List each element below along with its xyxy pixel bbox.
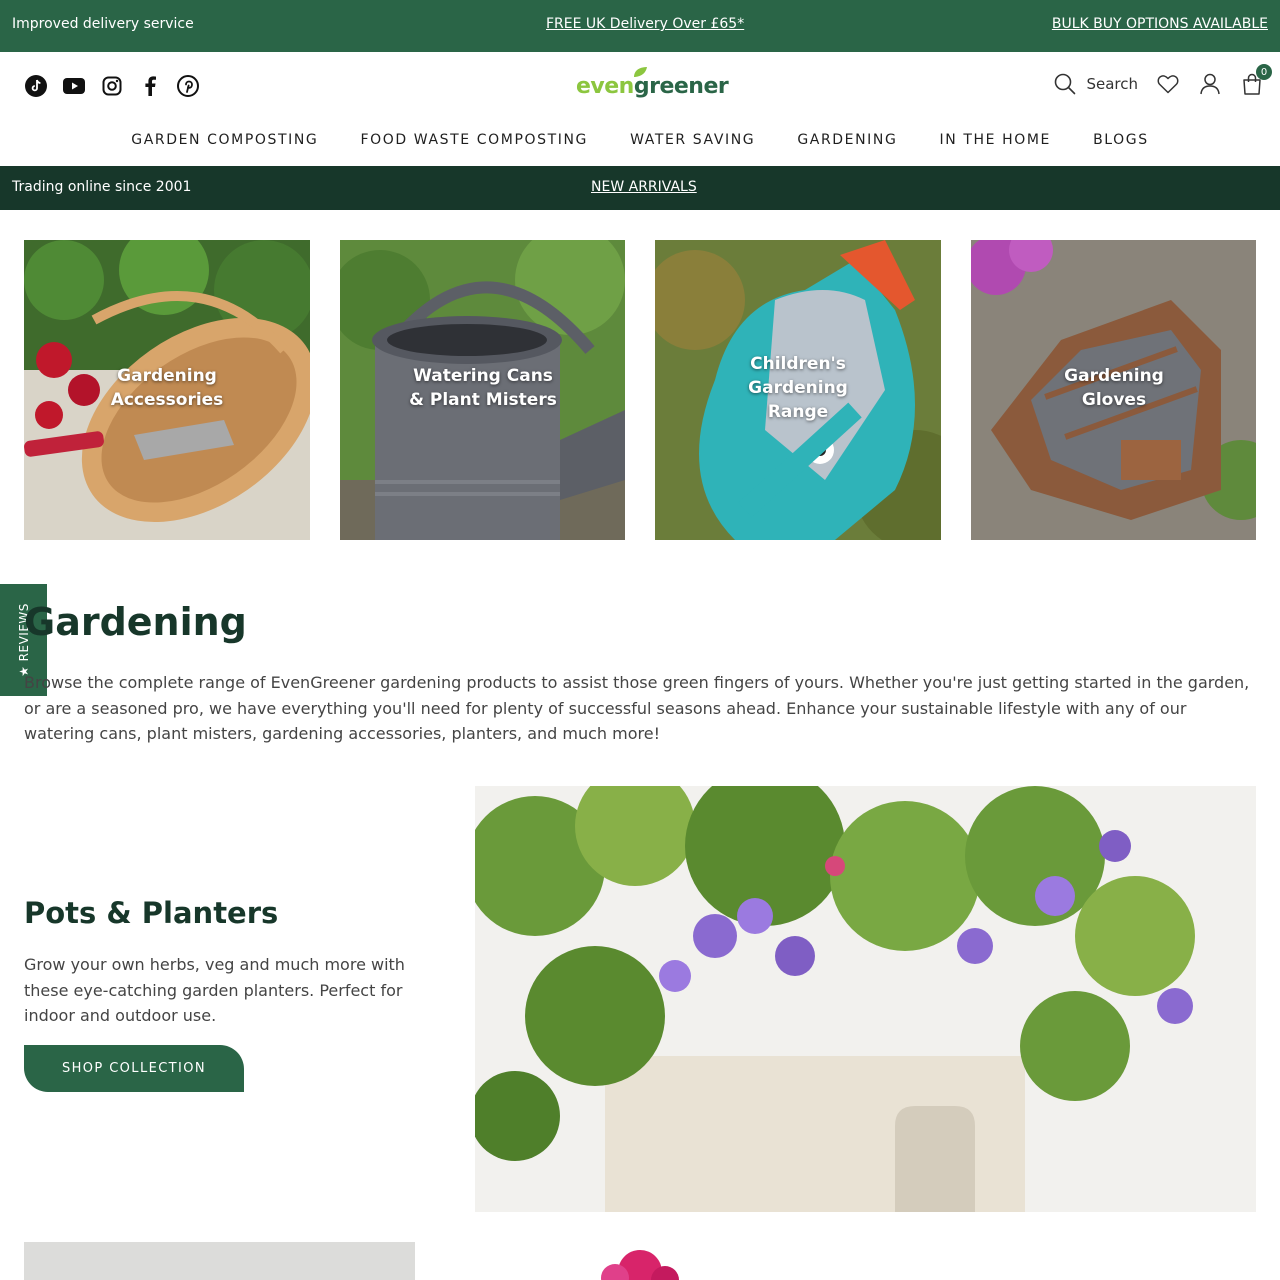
category-label: Gardening Accessories [110, 366, 224, 410]
site-header: evengreener Search 0 GARDEN COMPOSTING F… [0, 52, 1280, 166]
nav-gardening[interactable]: GARDENING [797, 132, 897, 148]
category-label: Watering Cans & Plant Misters [409, 366, 557, 410]
feature-description: Grow your own herbs, veg and much more w… [24, 955, 405, 1025]
main-nav: GARDEN COMPOSTING FOOD WASTE COMPOSTING … [0, 132, 1280, 148]
nav-garden-composting[interactable]: GARDEN COMPOSTING [131, 132, 318, 148]
bulk-buy-link[interactable]: BULK BUY OPTIONS AVAILABLE [1052, 16, 1268, 32]
new-arrivals-link[interactable]: NEW ARRIVALS [591, 179, 697, 195]
page-intro: Browse the complete range of EvenGreener… [24, 673, 1250, 743]
category-tiles: Gardening Accessories Watering Cans & Pl… [24, 240, 1256, 540]
header-actions: Search 0 [1054, 64, 1272, 96]
account-user-icon[interactable] [1198, 72, 1222, 96]
pinterest-icon[interactable] [176, 74, 200, 98]
announcement-bar: Improved delivery service FREE UK Delive… [0, 0, 1280, 52]
wishlist-heart-icon[interactable] [1156, 72, 1180, 96]
page-title: Gardening [24, 600, 247, 644]
instagram-icon[interactable] [100, 74, 124, 98]
cart-bag-icon[interactable]: 0 [1240, 64, 1272, 96]
next-collection-image-right[interactable] [475, 1242, 1256, 1280]
secondary-bar: Trading online since 2001 NEW ARRIVALS [0, 166, 1280, 210]
social-links [24, 74, 200, 98]
feature-title: Pots & Planters [24, 896, 279, 930]
nav-water-saving[interactable]: WATER SAVING [630, 132, 755, 148]
cart-count-badge: 0 [1256, 64, 1272, 80]
nav-blogs[interactable]: BLOGS [1093, 132, 1149, 148]
search-icon [1055, 73, 1076, 95]
logo-greener: greener [633, 74, 729, 99]
category-label: Children's Gardening Range [748, 354, 848, 422]
tiktok-icon[interactable] [24, 74, 48, 98]
trading-since-text: Trading online since 2001 [12, 179, 192, 195]
shop-collection-button[interactable]: SHOP COLLECTION [24, 1045, 244, 1092]
site-logo[interactable]: evengreener [576, 67, 729, 106]
category-watering-cans[interactable]: Watering Cans & Plant Misters [340, 240, 626, 540]
delivery-link[interactable]: FREE UK Delivery Over £65* [546, 16, 744, 32]
planter-image[interactable] [475, 786, 1256, 1212]
nav-in-the-home[interactable]: IN THE HOME [940, 132, 1052, 148]
nav-food-waste-composting[interactable]: FOOD WASTE COMPOSTING [360, 132, 588, 148]
next-collection-image-left[interactable] [24, 1242, 415, 1280]
search-label: Search [1086, 75, 1138, 93]
logo-even: even [576, 74, 634, 99]
category-gardening-accessories[interactable]: Gardening Accessories [24, 240, 310, 540]
category-label: Gardening Gloves [1064, 366, 1164, 410]
youtube-icon[interactable] [62, 74, 86, 98]
facebook-icon[interactable] [138, 74, 162, 98]
category-childrens-gardening[interactable]: Children's Gardening Range [655, 240, 941, 540]
search-button[interactable]: Search [1054, 73, 1138, 95]
announcement-left: Improved delivery service [12, 16, 194, 32]
leaf-icon [634, 67, 647, 77]
category-gardening-gloves[interactable]: Gardening Gloves [971, 240, 1257, 540]
